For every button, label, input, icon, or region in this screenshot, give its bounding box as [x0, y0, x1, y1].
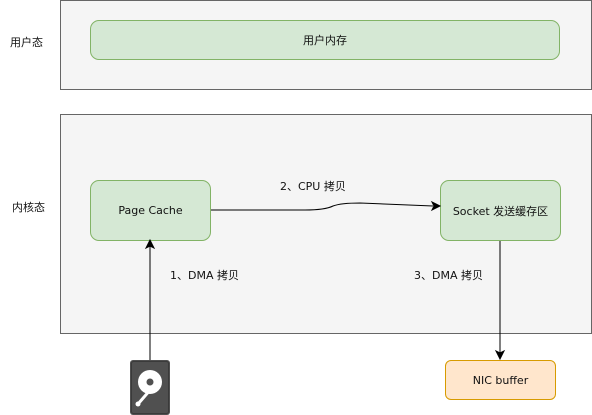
dma-copy-1-label: 1、DMA 拷贝 [170, 269, 239, 282]
edges-layer [130, 200, 506, 415]
cpu-copy-2-label: 2、CPU 拷贝 [280, 180, 346, 193]
hard-disk-icon[interactable] [130, 360, 170, 415]
dma-copy-3-label: 3、DMA 拷贝 [414, 269, 483, 282]
cpu-copy-2-edge [211, 200, 442, 212]
dma-copy-1-edge [144, 238, 156, 360]
dma-copy-3-edge [494, 241, 506, 361]
